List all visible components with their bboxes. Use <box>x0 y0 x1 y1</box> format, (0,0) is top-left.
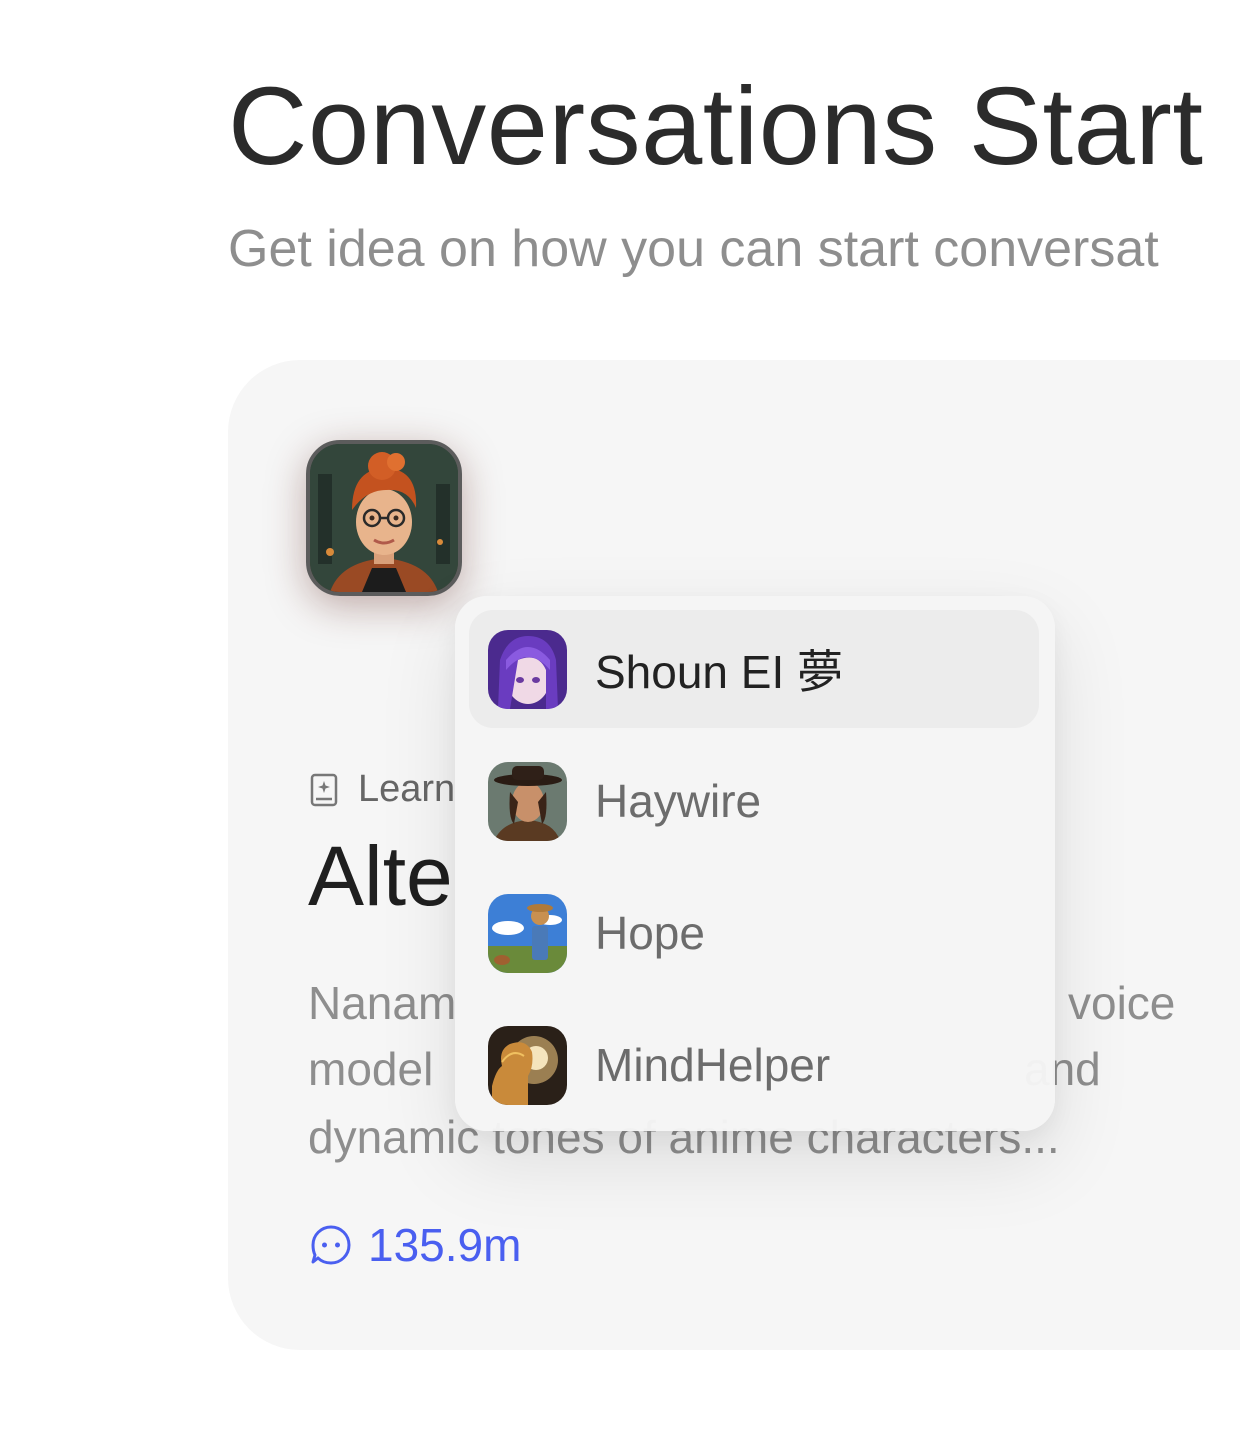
haywire-avatar <box>488 761 567 841</box>
dropdown-item-hope[interactable]: Hope <box>469 874 1039 992</box>
dropdown-item-shoun-ei[interactable]: Shoun EI 夢 <box>469 610 1039 728</box>
redhead-glasses-portrait-icon <box>310 444 458 592</box>
conversation-count: 135.9m <box>368 1219 522 1271</box>
glowing-head-icon <box>488 1025 567 1105</box>
chat-bubble-icon <box>311 1225 351 1265</box>
conversation-stats: 135.9m <box>310 1218 521 1272</box>
hope-avatar <box>488 893 567 973</box>
mindhelper-avatar <box>488 1025 567 1105</box>
dropdown-item-haywire[interactable]: Haywire <box>469 742 1039 860</box>
dropdown-item-label: MindHelper <box>595 1039 831 1091</box>
category-label: Learn <box>358 768 456 810</box>
page-subtitle: Get idea on how you can start conversat <box>228 220 1159 278</box>
page-title: Conversations Start <box>228 65 1204 188</box>
scarecrow-robot-icon <box>488 893 567 973</box>
description-line-1-right: voice <box>1068 977 1176 1029</box>
cowboy-hat-woman-icon <box>488 761 567 841</box>
purple-hair-girl-icon <box>488 629 567 709</box>
card-title: Alte <box>308 829 453 923</box>
learn-book-icon <box>310 773 338 806</box>
category-tag: Learn <box>310 768 455 811</box>
dropdown-item-mindhelper[interactable]: MindHelper <box>469 1006 1039 1124</box>
character-avatar[interactable] <box>306 440 462 596</box>
dropdown-item-label: Hope <box>595 907 705 959</box>
dropdown-item-label: Haywire <box>595 775 762 827</box>
shoun-ei-avatar <box>488 629 567 709</box>
description-line-2-left: model <box>308 1043 434 1095</box>
character-dropdown[interactable]: Shoun EI 夢 Haywire Hope MindHelper <box>455 596 1055 1131</box>
description-line-1-left: Nanam <box>308 977 457 1029</box>
dropdown-item-label: Shoun EI 夢 <box>595 646 844 698</box>
page: Conversations Start Get idea on how you … <box>0 0 1240 1440</box>
